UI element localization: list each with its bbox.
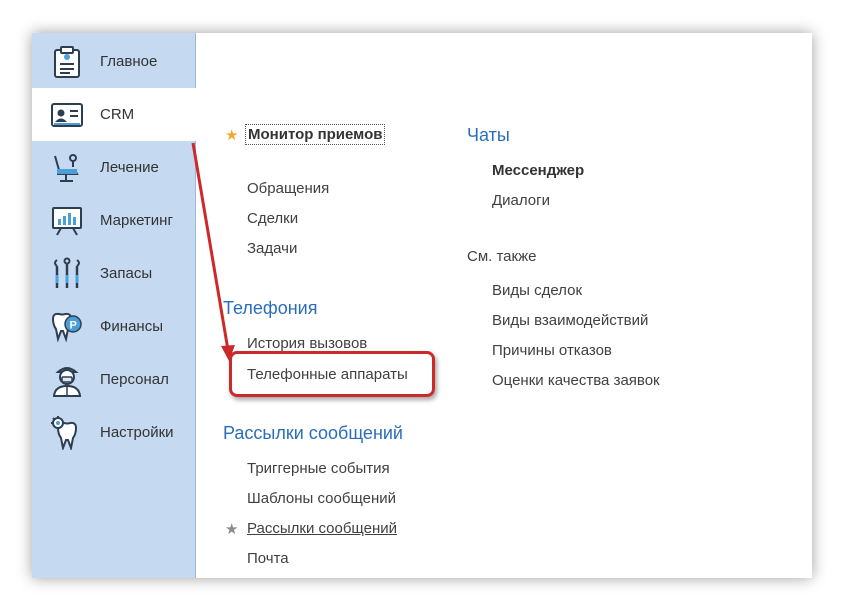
annotation-arrow [191, 142, 235, 361]
